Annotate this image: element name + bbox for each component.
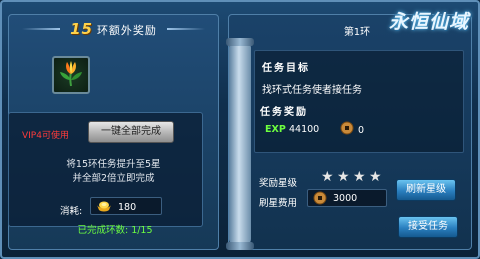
- complete-description-line1: 将15环任务提升至5星: [66, 159, 161, 170]
- gold-ingot-icon: [97, 201, 111, 212]
- scroll-cap-top: [226, 38, 254, 46]
- task-reward-header: 任务奖励: [260, 107, 308, 118]
- extra-reward-title: 15 环额外奖励: [8, 18, 219, 40]
- one-click-complete-button[interactable]: 一键全部完成: [88, 121, 174, 143]
- reward-star-rating: ★ ★ ★ ★: [321, 170, 385, 186]
- coin-reward-value: 0: [358, 125, 365, 136]
- accept-task-button[interactable]: 接受任务: [398, 216, 458, 238]
- exp-value: 44100: [289, 124, 320, 135]
- copper-coin-icon: [340, 121, 354, 135]
- star-fee-label: 刷星费用: [259, 198, 298, 209]
- title-ring-number: 15: [70, 20, 93, 38]
- exp-label: EXP: [265, 124, 286, 135]
- task-goal-header: 任务目标: [262, 63, 310, 74]
- complete-description-line2: 并全部2倍立即完成: [72, 173, 155, 184]
- cost-value: 180: [118, 202, 137, 213]
- star-icon: ★: [321, 169, 334, 185]
- vip-requirement-label: VIP4可使用: [22, 131, 69, 141]
- star-icon: ★: [337, 169, 350, 185]
- title-decoration-left: [22, 28, 60, 30]
- copper-coin-icon: [313, 191, 327, 205]
- star-icon: ★: [353, 169, 366, 185]
- refresh-stars-button[interactable]: 刷新星级: [396, 179, 456, 201]
- reward-star-label: 奖励星级: [259, 178, 298, 189]
- completed-rings-count: 已完成环数: 1/15: [77, 225, 153, 236]
- title-ring-text: 环额外奖励: [96, 24, 157, 37]
- title-decoration-right: [167, 28, 205, 30]
- scroll-rod-decoration: [229, 42, 251, 245]
- star-icon: ★: [369, 169, 382, 185]
- cost-label: 消耗:: [60, 206, 83, 217]
- scroll-cap-bottom: [226, 242, 254, 250]
- flower-item-icon: [60, 61, 82, 87]
- game-logo: 永恒仙域: [388, 11, 469, 33]
- task-goal-text: 找环式任务使者接任务: [262, 85, 362, 96]
- star-fee-value: 3000: [333, 193, 358, 204]
- reward-item-slot[interactable]: [52, 56, 90, 94]
